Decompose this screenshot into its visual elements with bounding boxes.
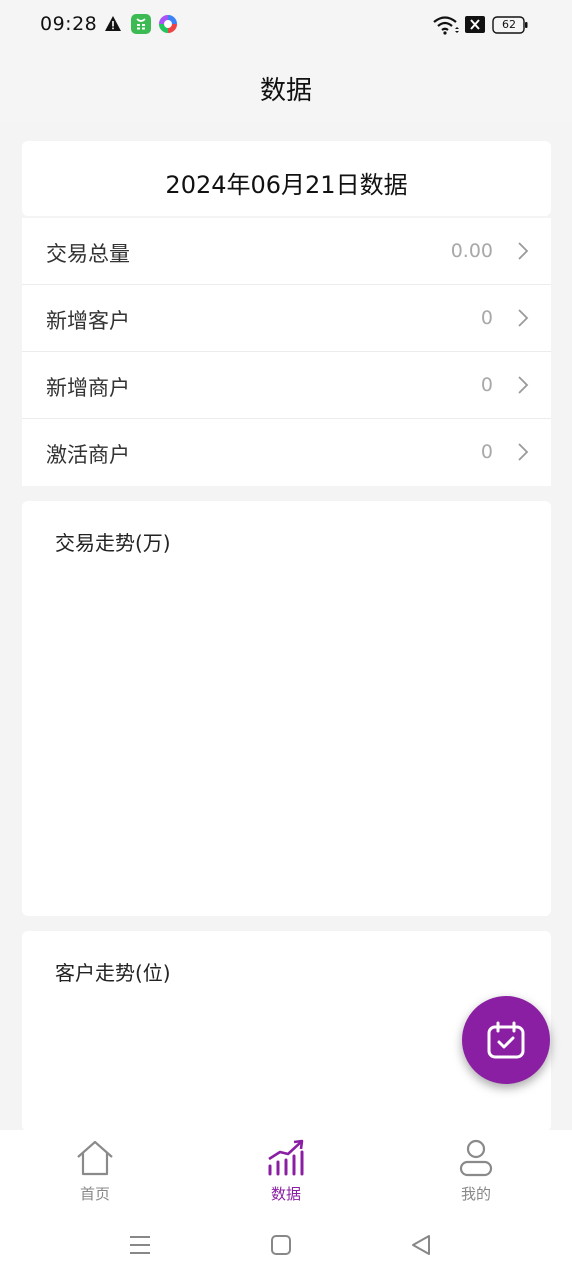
stat-value: 0 (480, 307, 493, 329)
stat-label: 新增客户 (46, 309, 130, 333)
home-square-icon[interactable] (270, 1234, 292, 1256)
calendar-fab-button[interactable] (462, 996, 550, 1084)
page-title: 数据 (259, 76, 312, 106)
nav-item-data[interactable]: 数据 (226, 1130, 346, 1212)
app-page: 09:28 62 数据 2024年06月21日数据 交易总量 0.00 新增客户… (0, 0, 572, 1280)
date-card: 2024年06月21日数据 (22, 141, 551, 216)
stat-row-new-merchants[interactable]: 新增商户 0 (22, 352, 551, 419)
home-icon (77, 1140, 113, 1176)
date-title[interactable]: 2024年06月21日数据 (22, 165, 551, 200)
wechat-icon (131, 14, 151, 38)
bottom-nav: 首页 数据 我的 (0, 1130, 572, 1212)
calendar-check-icon (487, 1021, 525, 1059)
status-time: 09:28 (40, 13, 98, 35)
transaction-trend-card: 交易走势(万) (22, 501, 551, 916)
header: 数据 (0, 52, 572, 122)
chevron-right-icon (518, 443, 529, 461)
stat-row-activated-merchants[interactable]: 激活商户 0 (22, 419, 551, 486)
person-icon (459, 1139, 493, 1177)
wifi-icon (433, 15, 459, 39)
chart-title: 客户走势(位) (55, 961, 171, 985)
x-box-icon (465, 16, 485, 37)
warning-icon (104, 15, 122, 37)
stat-row-transaction-total[interactable]: 交易总量 0.00 (22, 218, 551, 285)
color-wheel-icon (158, 14, 178, 38)
nav-label: 数据 (270, 1185, 301, 1203)
battery-level: 62 (502, 18, 516, 31)
system-nav-bar (0, 1212, 572, 1280)
stat-value: 0.00 (450, 240, 493, 262)
stat-row-new-customers[interactable]: 新增客户 0 (22, 285, 551, 352)
nav-item-home[interactable]: 首页 (35, 1130, 155, 1212)
battery-icon: 62 (492, 16, 528, 38)
stat-value: 0 (480, 441, 493, 463)
chevron-right-icon (518, 309, 529, 327)
stat-label: 新增商户 (46, 376, 130, 400)
menu-icon[interactable] (128, 1234, 152, 1256)
nav-label: 首页 (79, 1185, 110, 1203)
stat-label: 激活商户 (46, 443, 130, 467)
stats-list: 交易总量 0.00 新增客户 0 新增商户 0 激活商户 0 (22, 218, 551, 486)
chart-title: 交易走势(万) (55, 531, 171, 555)
status-bar: 09:28 62 (0, 0, 572, 52)
stat-label: 交易总量 (46, 242, 130, 266)
nav-item-mine[interactable]: 我的 (416, 1130, 536, 1212)
chevron-right-icon (518, 376, 529, 394)
chart-trend-icon (268, 1139, 304, 1176)
stat-value: 0 (480, 374, 493, 396)
chevron-right-icon (518, 242, 529, 260)
back-triangle-icon[interactable] (410, 1234, 432, 1256)
nav-label: 我的 (460, 1185, 491, 1203)
